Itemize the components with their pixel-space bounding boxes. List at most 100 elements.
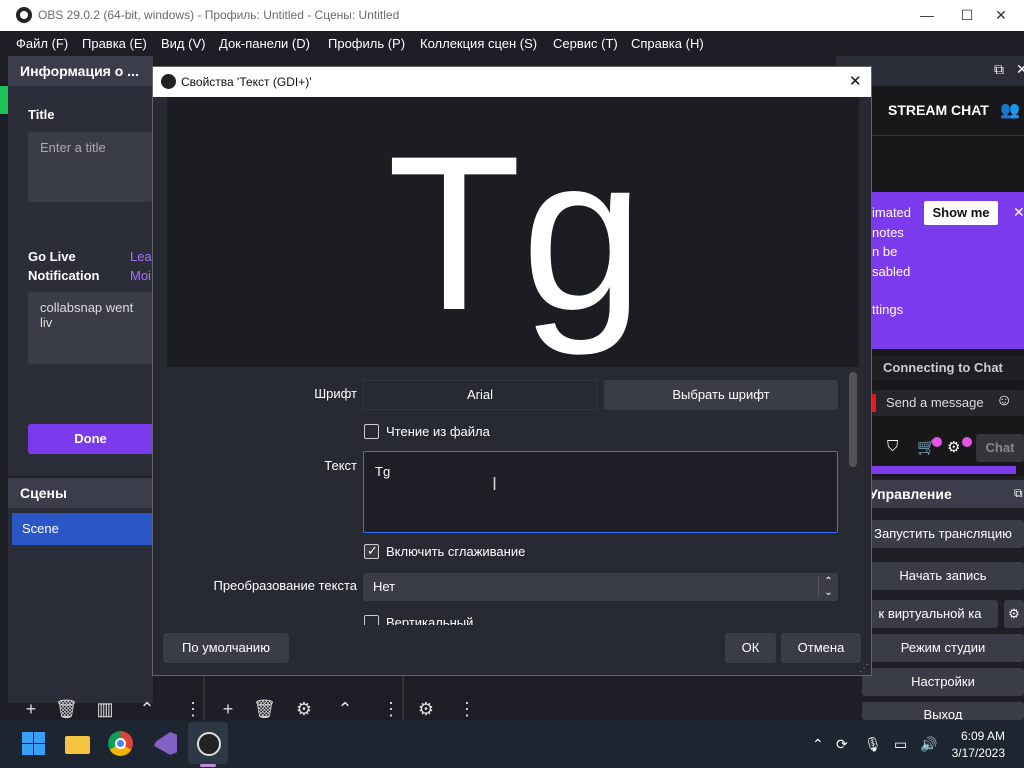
info-dock-title: Информация о ... [20,63,139,79]
studio-mode-button[interactable]: Режим студии [862,634,1024,662]
obs-taskbar-icon[interactable] [195,730,223,758]
title-input[interactable]: Enter a title [28,132,153,202]
trash-icon[interactable]: 🗑 [55,699,78,720]
display-icon[interactable]: ▭ [894,736,907,753]
notification-input[interactable]: collabsnap went liv [28,292,153,364]
cancel-button[interactable]: Отмена [781,633,861,663]
dialog-close-button[interactable]: ✕ [849,72,862,90]
red-marker [872,394,876,412]
clip-wrapper: Вертикальный [361,613,839,625]
settings-button[interactable]: Настройки [862,668,1024,696]
promo-line: n be [872,244,898,259]
chat-input[interactable]: Send a message ☺ [872,390,1024,416]
menu-profile[interactable]: Профиль (P) [328,36,405,51]
menu-bar: Файл (F) Правка (E) Вид (V) Док-панели (… [0,31,1024,56]
update-icon[interactable]: ⟳ [836,736,848,753]
notify-dot [962,437,972,447]
vertical-checkbox[interactable] [364,615,379,625]
chevron-up-icon[interactable]: ⌃ [136,699,158,720]
chevron-up-icon[interactable]: ⌃ [812,736,824,753]
dialog-titlebar: Свойства 'Текст (GDI+)' ✕ [153,67,871,97]
show-me-button[interactable]: Show me [924,201,998,225]
chevron-updown-icon: ⌃ ⌄ [818,576,838,598]
chat-button[interactable]: Chat [976,434,1024,462]
close-button[interactable]: ✕ [978,0,1024,31]
menu-file[interactable]: Файл (F) [16,36,68,51]
float-dock-icon[interactable]: ⧉ [1014,486,1023,501]
filter-icon[interactable]: ▥ [94,699,116,720]
emoji-icon[interactable]: ☺ [996,392,1012,410]
add-source-icon[interactable]: + [217,699,239,720]
go-live-label: Go Live [28,249,76,264]
close-promo-icon[interactable]: ✕ [1013,204,1024,221]
window-titlebar: OBS 29.0.2 (64-bit, windows) - Профиль: … [0,0,1024,31]
users-icon[interactable]: 👥 [1000,100,1020,120]
start-recording-button[interactable]: Начать запись [862,562,1024,590]
text-input-value: Tg [375,464,391,479]
chat-promo-banner: imated notes n be sabled ttings Show me … [872,192,1024,349]
dock-toolbar: + 🗑 ▥ ⌃ ⋮ + 🗑 ⚙ ⌃ ⋮ ⚙ ⋮ [0,669,490,721]
clock-date[interactable]: 3/17/2023 [950,746,1005,760]
read-from-file-checkbox[interactable] [364,424,379,439]
window-title: OBS 29.0.2 (64-bit, windows) - Профиль: … [38,8,400,22]
chrome-icon[interactable] [107,730,135,758]
connecting-bar: Connecting to Chat [872,356,1024,380]
file-explorer-icon[interactable] [64,730,92,758]
resize-grip-icon[interactable]: ⋰ [859,663,869,674]
more-icon[interactable]: ⋮ [456,699,478,720]
scenes-dock-header: Сцены [8,478,153,508]
learn-more-link[interactable]: Lea [130,249,152,264]
close-dock-icon[interactable]: ✕ [1016,61,1024,78]
more-link[interactable]: Moi [130,268,151,283]
taskbar: ⌃ ⟳ 🎙 ▭ 🔊 6:09 AM 3/17/2023 [0,720,1024,768]
windows-start-icon[interactable] [20,730,48,758]
notify-dot [932,437,942,447]
gear-icon[interactable]: ⚙ [947,438,960,456]
scrollbar[interactable] [849,372,857,467]
virtual-camera-button[interactable]: к виртуальной ка [862,600,998,628]
gear-icon[interactable]: ⚙ [1004,600,1024,628]
more-icon[interactable]: ⋮ [380,699,402,720]
trash-icon[interactable]: 🗑 [253,699,276,720]
start-streaming-button[interactable]: Запустить трансляцию [862,520,1024,548]
clock-time[interactable]: 6:09 AM [960,729,1005,743]
menu-scene-collection[interactable]: Коллекция сцен (S) [420,36,537,51]
volume-icon[interactable]: 🔊 [920,736,937,753]
preview-text: Tg [387,110,644,356]
microphone-icon[interactable]: 🎙 [864,736,882,753]
exit-button[interactable]: Выход [862,702,1024,720]
defaults-button[interactable]: По умолчанию [163,633,289,663]
menu-edit[interactable]: Правка (E) [82,36,147,51]
scenes-title: Сцены [20,485,67,501]
visual-studio-icon[interactable] [152,730,180,758]
transform-value: Нет [373,579,396,594]
gear-icon[interactable]: ⚙ [293,699,315,720]
menu-help[interactable]: Справка (H) [631,36,704,51]
controls-title: Управление [869,486,952,502]
text-cursor-icon: I [492,474,498,494]
gear-icon[interactable]: ⚙ [415,699,437,720]
dialog-title: Свойства 'Текст (GDI+)' [181,75,312,89]
menu-docks[interactable]: Док-панели (D) [219,36,310,51]
promo-text: imated notes n be sabled ttings [872,203,911,320]
promo-line: sabled [872,263,911,279]
antialias-checkbox[interactable] [364,543,379,559]
add-scene-icon[interactable]: + [20,699,42,720]
done-button[interactable]: Done [28,424,153,454]
menu-tools[interactable]: Сервис (T) [553,36,618,51]
obs-logo-icon [161,74,176,89]
scene-list-item[interactable]: Scene [12,513,153,545]
transform-select[interactable]: Нет ⌃ ⌄ [363,573,838,601]
chevron-up-icon[interactable]: ⌃ [334,699,356,720]
font-label: Шрифт [314,386,357,401]
text-input[interactable]: Tg I [363,451,838,533]
transform-label: Преобразование текста [213,578,357,593]
shield-icon[interactable]: ⛉ [887,438,898,455]
ok-button[interactable]: ОК [725,633,776,663]
notification-label: Notification [28,268,100,283]
choose-font-button[interactable]: Выбрать шрифт [604,380,838,410]
more-icon[interactable]: ⋮ [182,699,204,720]
menu-view[interactable]: Вид (V) [161,36,205,51]
float-dock-icon[interactable]: ⧉ [994,61,1004,78]
info-dock: Информация о ... Title Enter a title Go … [8,56,153,476]
